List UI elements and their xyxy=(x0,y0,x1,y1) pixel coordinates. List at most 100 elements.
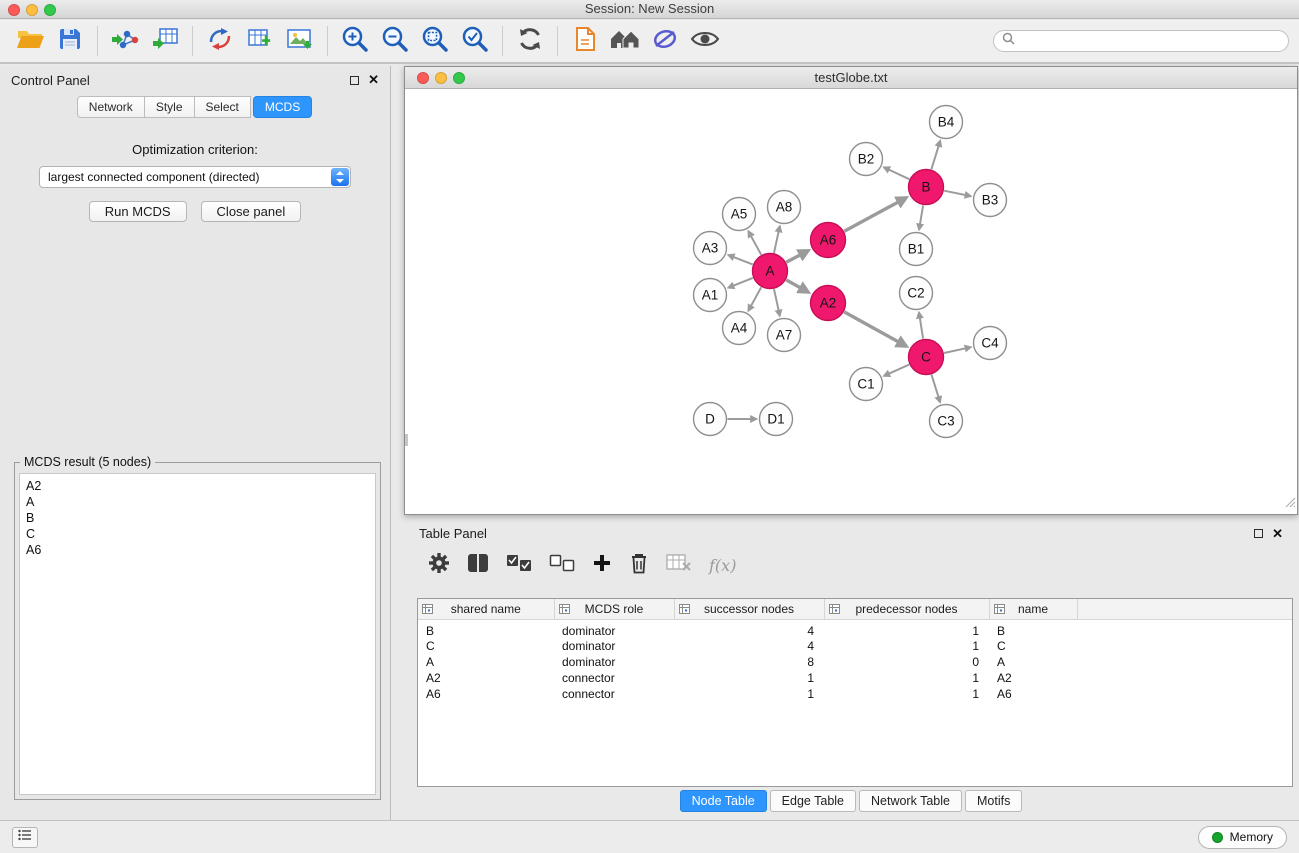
graph-node-A1[interactable]: A1 xyxy=(694,279,727,312)
graph-edge-A-A5[interactable] xyxy=(748,231,761,254)
graph-edge-A-A3[interactable] xyxy=(728,255,752,264)
result-item[interactable]: A2 xyxy=(26,478,369,494)
table-cell[interactable]: C xyxy=(989,638,1077,654)
tab-network[interactable]: Network xyxy=(77,96,145,118)
tab-node-table[interactable]: Node Table xyxy=(680,790,767,812)
table-cell[interactable]: A2 xyxy=(989,670,1077,686)
table-cell[interactable]: 8 xyxy=(674,654,824,670)
graph-node-B1[interactable]: B1 xyxy=(900,233,933,266)
memory-button[interactable]: Memory xyxy=(1198,826,1287,849)
show-hide-button[interactable] xyxy=(685,23,725,59)
graph-edge-A6-B[interactable] xyxy=(844,198,906,232)
graph-node-A6[interactable]: A6 xyxy=(811,223,846,258)
filter-button[interactable] xyxy=(645,23,685,59)
table-row[interactable]: Adominator80A xyxy=(418,654,1292,670)
table-cell[interactable]: 1 xyxy=(674,686,824,702)
table-cell[interactable]: 4 xyxy=(674,638,824,654)
graph-node-C3[interactable]: C3 xyxy=(930,405,963,438)
graph-node-B2[interactable]: B2 xyxy=(850,143,883,176)
graph-edge-A-A2[interactable] xyxy=(786,280,808,292)
graph-edge-A-A6[interactable] xyxy=(786,251,808,263)
session-document-button[interactable] xyxy=(565,23,605,59)
select-all-icon[interactable] xyxy=(506,554,532,577)
table-cell[interactable]: 1 xyxy=(824,619,989,638)
graph-node-C2[interactable]: C2 xyxy=(900,277,933,310)
close-panel-button[interactable]: Close panel xyxy=(201,201,302,222)
tab-select[interactable]: Select xyxy=(194,96,251,118)
tab-network-table[interactable]: Network Table xyxy=(859,790,962,812)
graph-node-A7[interactable]: A7 xyxy=(768,319,801,352)
refresh-layout-button[interactable] xyxy=(510,23,550,59)
network-graph[interactable]: B4B2BB3A5A8A6B1A3AC2A1A2A4A7C4CC1C3DD1 xyxy=(405,89,1297,514)
table-row[interactable]: Cdominator41C xyxy=(418,638,1292,654)
resize-grip-icon[interactable] xyxy=(1284,495,1296,513)
graph-edge-C-C3[interactable] xyxy=(932,375,941,403)
table-cell[interactable]: B xyxy=(989,619,1077,638)
result-item[interactable]: B xyxy=(26,510,369,526)
network-window-titlebar[interactable]: testGlobe.txt xyxy=(405,67,1297,89)
tab-style[interactable]: Style xyxy=(144,96,195,118)
result-item[interactable]: A6 xyxy=(26,542,369,558)
table-cell[interactable]: A xyxy=(418,654,554,670)
zoom-selected-button[interactable] xyxy=(455,23,495,59)
graph-node-A3[interactable]: A3 xyxy=(694,232,727,265)
float-panel-icon[interactable] xyxy=(350,76,359,85)
toolbar-search[interactable] xyxy=(993,30,1289,52)
column-header-shared-name[interactable]: shared name xyxy=(418,599,554,619)
result-item[interactable]: C xyxy=(26,526,369,542)
new-table-button[interactable] xyxy=(240,23,280,59)
column-header-predecessor-nodes[interactable]: predecessor nodes xyxy=(824,599,989,619)
graph-node-A5[interactable]: A5 xyxy=(723,198,756,231)
graph-edge-B-B3[interactable] xyxy=(944,191,971,196)
tab-mcds[interactable]: MCDS xyxy=(253,96,312,118)
table-row[interactable]: A2connector11A2 xyxy=(418,670,1292,686)
minimize-window-button[interactable] xyxy=(26,4,38,16)
import-table-button[interactable] xyxy=(145,23,185,59)
graph-edge-A2-C[interactable] xyxy=(844,312,906,346)
graph-node-B4[interactable]: B4 xyxy=(930,106,963,139)
tab-edge-table[interactable]: Edge Table xyxy=(770,790,856,812)
table-cell[interactable]: connector xyxy=(554,670,674,686)
table-row[interactable]: A6connector11A6 xyxy=(418,686,1292,702)
graph-node-A4[interactable]: A4 xyxy=(723,312,756,345)
close-table-panel-icon[interactable]: ✕ xyxy=(1272,529,1283,539)
table-row[interactable]: Bdominator41B xyxy=(418,619,1292,638)
table-cell[interactable]: 1 xyxy=(824,638,989,654)
new-network-button[interactable] xyxy=(200,23,240,59)
table-cell[interactable]: 1 xyxy=(824,686,989,702)
network-canvas[interactable]: B4B2BB3A5A8A6B1A3AC2A1A2A4A7C4CC1C3DD1 xyxy=(405,89,1297,514)
table-cell[interactable]: C xyxy=(418,638,554,654)
home-button[interactable] xyxy=(605,23,645,59)
optimization-criterion-dropdown[interactable]: largest connected component (directed) xyxy=(39,166,351,188)
table-cell[interactable]: A2 xyxy=(418,670,554,686)
graph-edge-B-B1[interactable] xyxy=(919,205,923,229)
graph-node-D[interactable]: D xyxy=(694,403,727,436)
export-image-button[interactable] xyxy=(280,23,320,59)
table-cell[interactable]: dominator xyxy=(554,619,674,638)
graph-edge-A-A4[interactable] xyxy=(748,287,761,310)
delete-table-icon[interactable] xyxy=(666,554,692,577)
table-cell[interactable]: 1 xyxy=(674,670,824,686)
graph-node-C4[interactable]: C4 xyxy=(974,327,1007,360)
close-window-button[interactable] xyxy=(8,4,20,16)
float-table-panel-icon[interactable] xyxy=(1254,529,1263,538)
graph-node-A8[interactable]: A8 xyxy=(768,191,801,224)
zoom-in-button[interactable] xyxy=(335,23,375,59)
graph-node-D1[interactable]: D1 xyxy=(760,403,793,436)
import-network-button[interactable] xyxy=(105,23,145,59)
graph-edge-C-C1[interactable] xyxy=(884,365,909,376)
graph-edge-A-A1[interactable] xyxy=(728,278,753,288)
task-history-button[interactable] xyxy=(12,827,38,848)
graph-edge-A-A7[interactable] xyxy=(774,289,780,316)
graph-node-B[interactable]: B xyxy=(909,170,944,205)
table-cell[interactable]: dominator xyxy=(554,638,674,654)
column-header-successor-nodes[interactable]: successor nodes xyxy=(674,599,824,619)
deselect-all-icon[interactable] xyxy=(549,554,575,577)
table-cell[interactable]: connector xyxy=(554,686,674,702)
search-input[interactable] xyxy=(1020,34,1280,48)
zoom-out-button[interactable] xyxy=(375,23,415,59)
graph-node-A2[interactable]: A2 xyxy=(811,286,846,321)
graph-node-C[interactable]: C xyxy=(909,340,944,375)
select-columns-icon[interactable] xyxy=(467,552,489,579)
result-item[interactable]: A xyxy=(26,494,369,510)
